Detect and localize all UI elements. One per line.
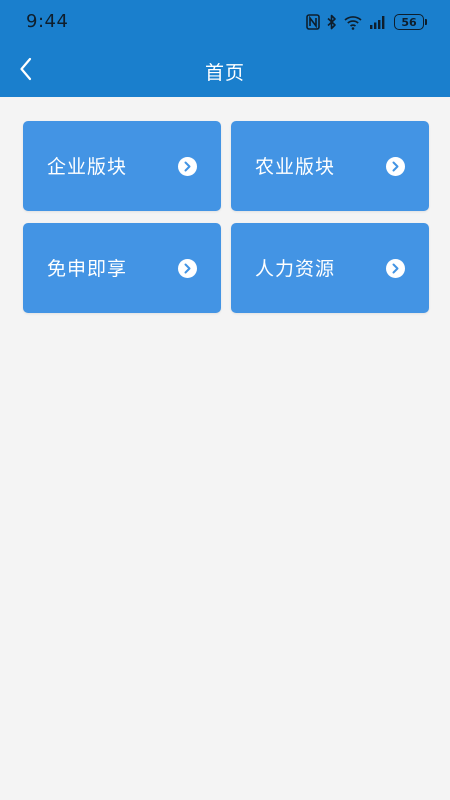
app-header: 9:44 56 首页	[0, 0, 450, 97]
nfc-icon	[306, 14, 320, 30]
chevron-right-circle-icon	[386, 157, 405, 176]
card-no-application[interactable]: 免申即享	[23, 223, 221, 313]
module-grid: 企业版块 农业版块 免申即享 人力资源	[23, 121, 429, 313]
card-label: 企业版块	[47, 156, 128, 178]
nav-bar: 首页	[0, 44, 450, 97]
card-label: 免申即享	[47, 258, 128, 280]
status-icons: 56	[306, 11, 427, 33]
status-bar: 9:44 56	[0, 0, 450, 44]
wifi-icon	[344, 15, 362, 30]
card-label: 农业版块	[255, 156, 336, 178]
card-human-resources[interactable]: 人力资源	[231, 223, 429, 313]
card-enterprise[interactable]: 企业版块	[23, 121, 221, 211]
chevron-right-circle-icon	[178, 157, 197, 176]
page-title: 首页	[204, 62, 245, 84]
battery-icon: 56	[394, 14, 427, 30]
chevron-right-circle-icon	[386, 259, 405, 278]
card-label: 人力资源	[255, 258, 336, 280]
bluetooth-icon	[327, 14, 337, 30]
chevron-right-circle-icon	[178, 259, 197, 278]
status-time: 9:44	[26, 11, 69, 32]
cellular-signal-icon	[369, 15, 387, 29]
card-agriculture[interactable]: 农业版块	[231, 121, 429, 211]
battery-level: 56	[401, 15, 417, 29]
